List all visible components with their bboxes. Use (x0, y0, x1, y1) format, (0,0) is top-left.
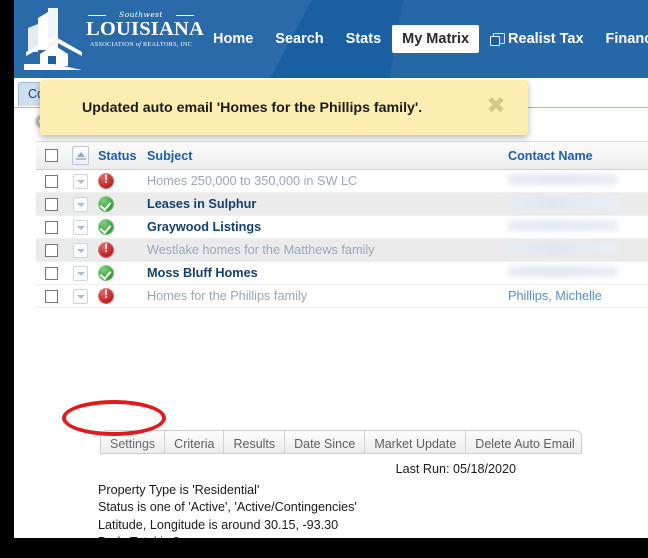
row-expand-icon[interactable] (72, 219, 88, 235)
table-row[interactable]: Homes 250,000 to 350,000 in SW LC (36, 170, 648, 193)
table-header-row: Status Subject Contact Name (36, 141, 648, 170)
row-checkbox[interactable] (44, 243, 58, 257)
row-contact-name[interactable] (508, 220, 618, 231)
nav-item-list: Home Search Stats My Matrix Realist Tax … (202, 0, 648, 78)
status-header-cell: Status (94, 149, 138, 163)
notification-message: Updated auto email 'Homes for the Philli… (82, 99, 423, 116)
logo-subtitle: ASSOCIATION of REALTORS, INC (89, 41, 193, 48)
nav-item-label: Search (275, 31, 324, 47)
logo-swoosh-text: Southwest (86, 10, 196, 19)
last-run-text: Last Run: 05/18/2020 (395, 462, 516, 476)
nav-item-label: Stats (345, 31, 382, 47)
status-icon-disabled[interactable] (98, 287, 114, 304)
notification-banner: Updated auto email 'Homes for the Philli… (40, 80, 528, 135)
row-expand-icon[interactable] (72, 242, 88, 258)
nav-item-label: My Matrix (402, 31, 470, 47)
tab-delete-auto-email[interactable]: Delete Auto Email (466, 431, 581, 453)
window-icon (490, 33, 506, 46)
row-subject[interactable]: Homes 250,000 to 350,000 in SW LC (147, 174, 357, 188)
status-icon-enabled[interactable] (98, 265, 114, 281)
collapse-all-cell (66, 146, 94, 165)
nav-item-my-matrix[interactable]: My Matrix (392, 25, 480, 53)
criteria-line: Latitude, Longitude is around 30.15, -93… (98, 517, 339, 532)
row-contact-name[interactable] (508, 243, 618, 254)
tab-settings[interactable]: Settings (101, 431, 166, 453)
site-logo[interactable]: Southwest LOUISIANA ASSOCIATION of REALT… (24, 2, 204, 76)
row-checkbox[interactable] (44, 197, 58, 211)
main-navigation-bar: Southwest LOUISIANA ASSOCIATION of REALT… (14, 0, 648, 78)
row-contact-name[interactable] (508, 266, 618, 277)
row-checkbox[interactable] (44, 289, 58, 303)
status-icon-enabled[interactable] (98, 196, 114, 212)
select-all-cell (36, 149, 66, 162)
tab-criteria[interactable]: Criteria (165, 431, 225, 453)
table-row[interactable]: Leases in Sulphur (36, 193, 648, 216)
row-expand-icon[interactable] (72, 173, 88, 189)
column-header-subject[interactable]: Subject (147, 149, 193, 163)
criteria-summary: Property Type is 'Residential' Status is… (98, 482, 357, 538)
tab-date-since[interactable]: Date Since (285, 431, 366, 453)
row-expand-icon[interactable] (72, 196, 88, 212)
row-subject[interactable]: Westlake homes for the Matthews family (147, 243, 375, 257)
row-checkbox[interactable] (44, 220, 58, 234)
tab-results[interactable]: Results (224, 431, 286, 453)
row-expand-icon[interactable] (72, 265, 88, 281)
status-icon-enabled[interactable] (98, 219, 114, 235)
table-row[interactable]: Graywood Listings (36, 216, 648, 239)
auto-emails-table: Status Subject Contact Name Homes 250,00… (36, 141, 648, 308)
row-subject[interactable]: Graywood Listings (147, 220, 261, 234)
nav-item-home[interactable]: Home (202, 25, 264, 53)
table-row-selected[interactable]: Homes for the Phillips family Phillips, … (36, 285, 648, 308)
nav-item-search[interactable]: Search (264, 25, 334, 53)
collapse-all-icon[interactable] (71, 146, 89, 165)
nav-item-label: Finance (605, 31, 648, 47)
row-checkbox[interactable] (44, 266, 58, 280)
row-subject[interactable]: Moss Bluff Homes (147, 266, 258, 280)
criteria-line: Beds Total is 3+ (98, 534, 357, 538)
criteria-line: Status is one of 'Active', 'Active/Conti… (98, 500, 357, 515)
auto-email-detail-panel: Settings Criteria Results Date Since Mar… (98, 430, 648, 538)
status-icon-disabled[interactable] (98, 172, 114, 189)
nav-item-stats[interactable]: Stats (335, 25, 392, 53)
logo-main-text: LOUISIANA (86, 18, 204, 40)
nav-item-finance[interactable]: Finance (595, 25, 648, 53)
page-body: Co Auto Emails (7) Status Subje (14, 78, 648, 538)
row-subject[interactable]: Leases in Sulphur (147, 197, 256, 211)
detail-tab-strip: Settings Criteria Results Date Since Mar… (100, 430, 582, 454)
row-expand-icon[interactable] (72, 288, 88, 304)
row-contact-name[interactable] (508, 174, 618, 185)
row-subject[interactable]: Homes for the Phillips family (147, 289, 307, 303)
nav-item-label: Realist Tax (508, 31, 584, 47)
row-checkbox[interactable] (44, 174, 58, 188)
tab-market-update[interactable]: Market Update (365, 431, 467, 453)
nav-item-label: Home (213, 31, 254, 47)
subject-header-cell: Subject (138, 147, 508, 165)
select-all-checkbox[interactable] (44, 149, 58, 162)
logo-graphic (24, 8, 82, 70)
app-window: Southwest LOUISIANA ASSOCIATION of REALT… (14, 0, 648, 538)
table-row[interactable]: Moss Bluff Homes (36, 262, 648, 285)
table-row[interactable]: Westlake homes for the Matthews family (36, 239, 648, 262)
close-icon[interactable]: ✖ (486, 95, 506, 118)
contact-header-cell: Contact Name (508, 147, 648, 165)
status-icon-disabled[interactable] (98, 241, 114, 258)
column-header-status[interactable]: Status (98, 149, 137, 163)
row-contact-name[interactable] (508, 197, 618, 208)
nav-item-realist-tax[interactable]: Realist Tax (479, 25, 595, 53)
column-header-contact-name[interactable]: Contact Name (508, 149, 593, 163)
criteria-line: Property Type is 'Residential' (98, 483, 260, 497)
logo-wordmark: Southwest LOUISIANA ASSOCIATION of REALT… (86, 10, 204, 49)
row-contact-name[interactable]: Phillips, Michelle (508, 289, 602, 303)
